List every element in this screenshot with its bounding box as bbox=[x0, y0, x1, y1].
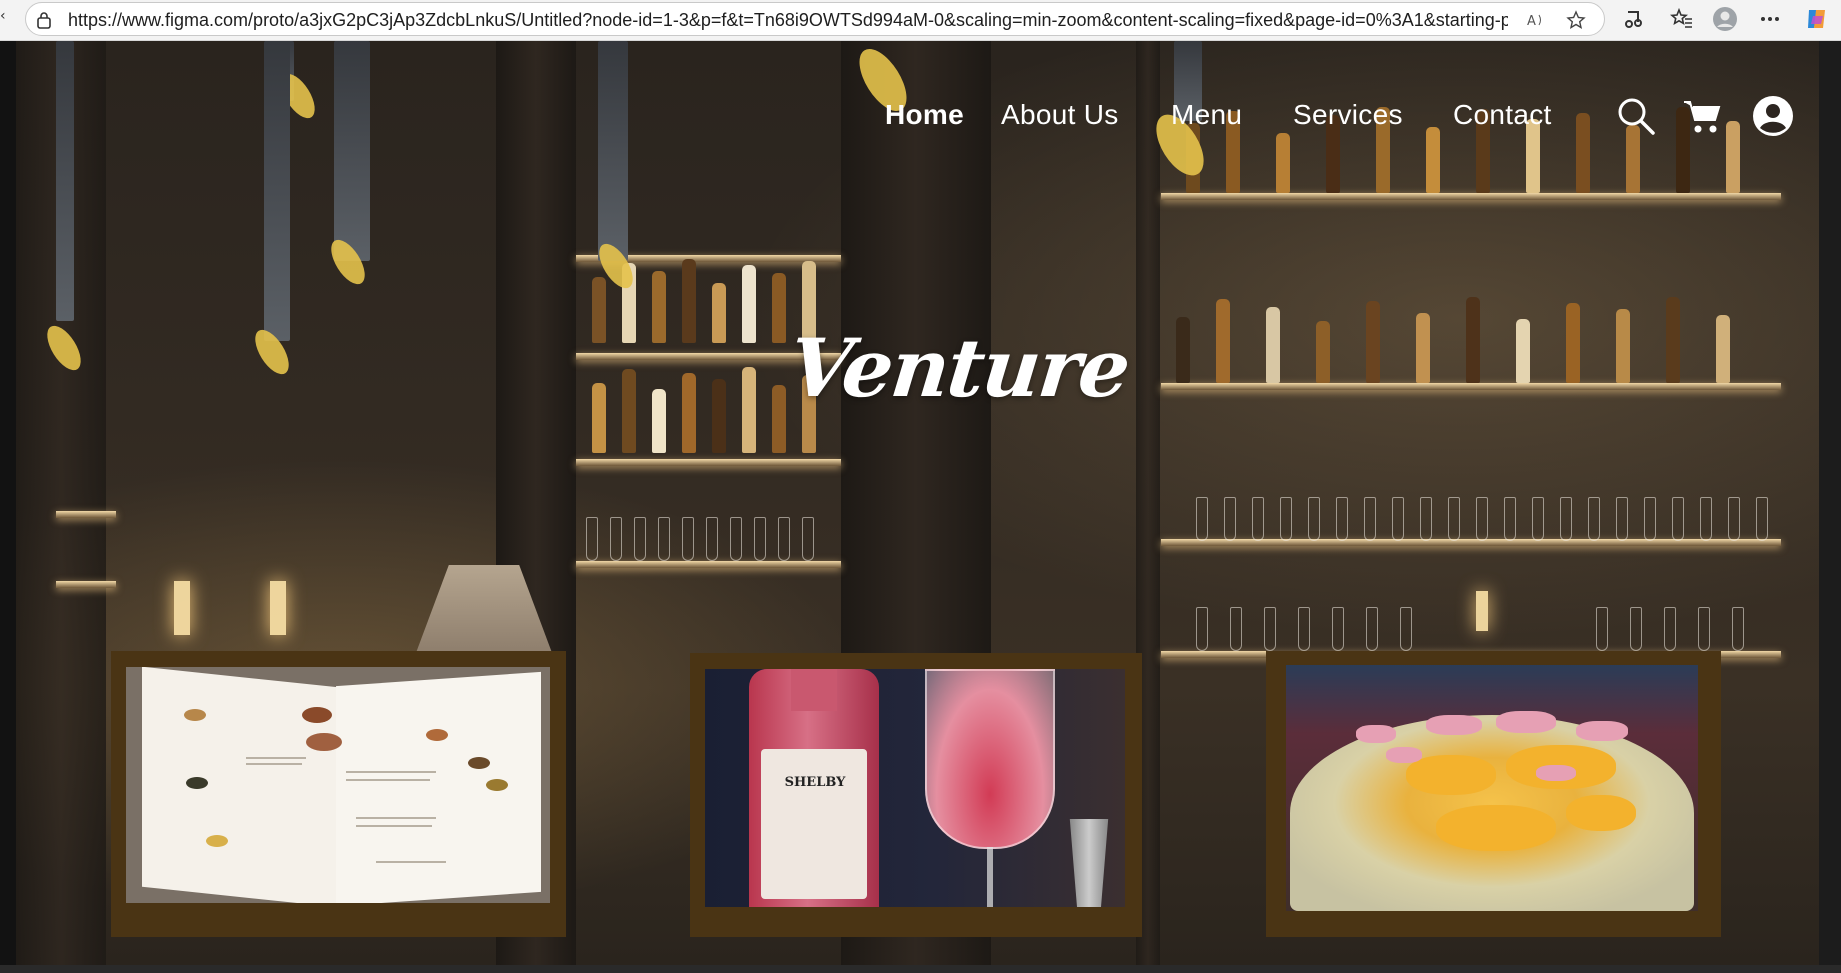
search-icon[interactable] bbox=[1616, 96, 1656, 136]
cart-icon[interactable] bbox=[1682, 96, 1722, 136]
account-icon[interactable] bbox=[1752, 95, 1794, 137]
viewport-right-border bbox=[1819, 41, 1841, 973]
address-bar[interactable]: https://www.figma.com/proto/a3jxG2pC3jAp… bbox=[25, 2, 1605, 36]
gin-label-text: SHELBY bbox=[784, 775, 846, 790]
gin-cocktail-photo: SHELBY bbox=[705, 669, 1125, 907]
brand-title: Venture bbox=[785, 321, 1133, 415]
gin-bottle-label bbox=[761, 749, 867, 899]
cocktail-glass-stem bbox=[987, 847, 993, 907]
bar-shelf bbox=[56, 581, 116, 588]
bar-shelf bbox=[576, 561, 841, 568]
nav-about-us[interactable]: About Us bbox=[1001, 99, 1119, 131]
media-icon[interactable] bbox=[1620, 6, 1646, 32]
browser-toolbar: ‹ https://www.figma.com/proto/a3jxG2pC3j… bbox=[0, 0, 1841, 41]
bottle-row bbox=[1166, 295, 1776, 383]
viewport-bottom-border bbox=[0, 965, 1841, 973]
pendant-lamp bbox=[334, 41, 370, 261]
book-left-page bbox=[142, 667, 338, 903]
bar-shelf bbox=[56, 511, 116, 518]
book-right-page bbox=[336, 671, 541, 903]
wall-sconce bbox=[174, 581, 190, 635]
feature-card-gin-cocktail[interactable]: SHELBY bbox=[690, 653, 1142, 937]
pendant-lamp bbox=[598, 41, 628, 261]
nav-contact[interactable]: Contact bbox=[1453, 99, 1552, 131]
back-edge-icon[interactable]: ‹ bbox=[0, 8, 6, 28]
nav-home[interactable]: Home bbox=[885, 99, 964, 131]
lock-icon[interactable] bbox=[36, 11, 52, 29]
menu-book bbox=[126, 667, 550, 903]
wine-glass-row bbox=[1196, 481, 1776, 541]
nav-menu[interactable]: Menu bbox=[1171, 99, 1242, 131]
loaded-fries-photo bbox=[1286, 665, 1698, 911]
cocktail-glass bbox=[925, 669, 1055, 849]
feature-card-menu-book[interactable] bbox=[111, 651, 566, 937]
svg-text:A: A bbox=[1527, 14, 1536, 29]
bar-shelf bbox=[1161, 383, 1781, 390]
feature-card-loaded-fries[interactable] bbox=[1266, 651, 1721, 937]
wall-sconce bbox=[1476, 591, 1488, 631]
favorites-list-icon[interactable] bbox=[1669, 6, 1695, 32]
gin-bottle-neck bbox=[791, 669, 837, 711]
read-aloud-icon[interactable]: A bbox=[1526, 10, 1546, 30]
pendant-lamp bbox=[264, 41, 290, 341]
wine-glass-row bbox=[586, 501, 836, 561]
pendant-lamp bbox=[56, 41, 74, 321]
copilot-icon[interactable] bbox=[1804, 6, 1830, 32]
more-icon[interactable] bbox=[1757, 6, 1783, 32]
bar-shelf bbox=[576, 459, 841, 466]
favorite-star-icon[interactable] bbox=[1566, 10, 1586, 30]
wall-sconce bbox=[270, 581, 286, 635]
profile-icon[interactable] bbox=[1712, 6, 1738, 32]
menu-book-photo bbox=[126, 667, 550, 903]
figma-prototype-viewport: Home About Us Menu Services Contact Vent… bbox=[0, 41, 1841, 973]
viewport-left-border bbox=[0, 41, 16, 973]
bar-shelf bbox=[1161, 193, 1781, 200]
url-text[interactable]: https://www.figma.com/proto/a3jxG2pC3jAp… bbox=[68, 10, 1508, 31]
nav-services[interactable]: Services bbox=[1293, 99, 1403, 131]
main-nav: Home About Us Menu Services Contact bbox=[0, 99, 1841, 139]
